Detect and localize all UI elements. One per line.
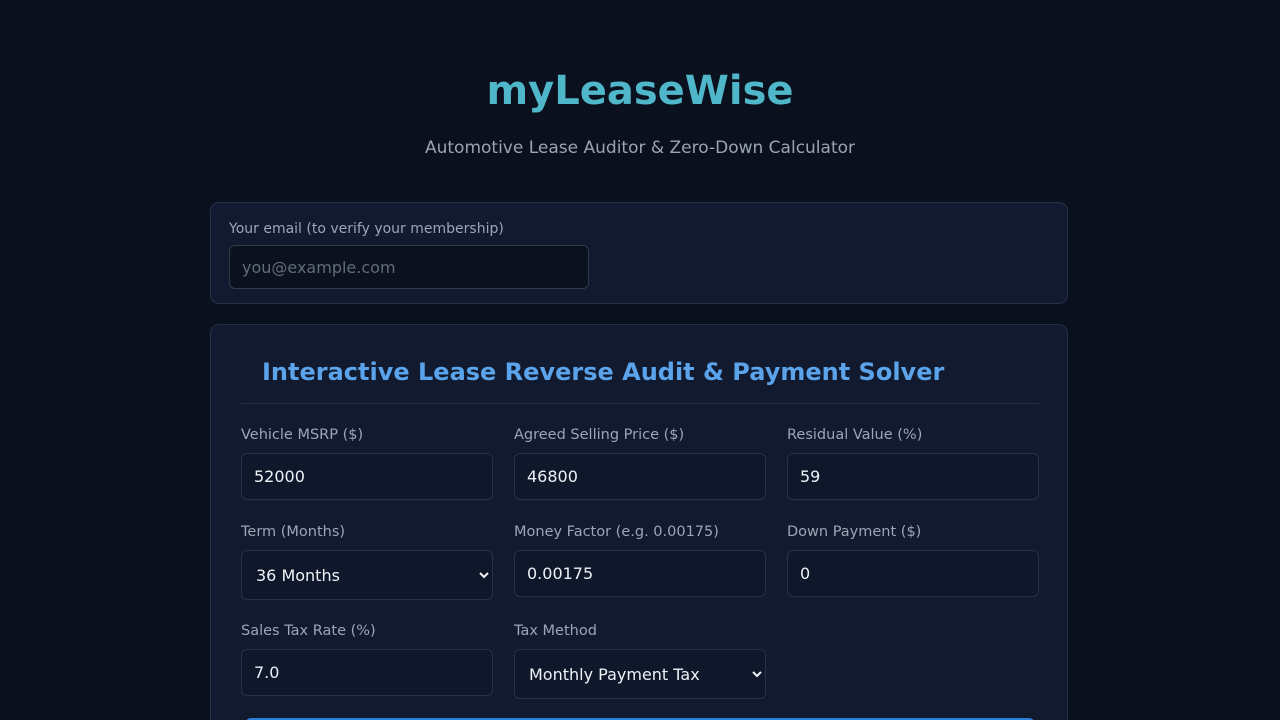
money-factor-input[interactable]: [514, 550, 766, 597]
tax-method-label: Tax Method: [514, 623, 597, 639]
money-factor-label: Money Factor (e.g. 0.00175): [514, 524, 719, 540]
brand-title: myLeaseWise: [486, 68, 794, 114]
residual-label: Residual Value (%): [787, 427, 923, 443]
term-select[interactable]: 36 Months: [241, 550, 493, 600]
lease-audit-card: Interactive Lease Reverse Audit & Paymen…: [210, 324, 1068, 720]
selling-price-input[interactable]: [514, 453, 766, 500]
down-payment-label: Down Payment ($): [787, 524, 922, 540]
msrp-label: Vehicle MSRP ($): [241, 427, 364, 443]
section-divider: [241, 403, 1039, 404]
sales-tax-label: Sales Tax Rate (%): [241, 623, 376, 639]
membership-card: Your email (to verify your membership): [210, 202, 1068, 304]
down-payment-input[interactable]: [787, 550, 1039, 597]
tagline: Automotive Lease Auditor & Zero-Down Cal…: [424, 138, 856, 158]
section-title: Interactive Lease Reverse Audit & Paymen…: [262, 358, 945, 386]
email-input[interactable]: [229, 245, 589, 289]
email-label: Your email (to verify your membership): [229, 221, 504, 237]
msrp-input[interactable]: [241, 453, 493, 500]
page: myLeaseWise Automotive Lease Auditor & Z…: [0, 0, 1280, 720]
term-label: Term (Months): [241, 524, 346, 540]
tax-method-select[interactable]: Monthly Payment Tax: [514, 649, 766, 699]
sales-tax-input[interactable]: [241, 649, 493, 696]
selling-price-label: Agreed Selling Price ($): [514, 427, 685, 443]
residual-input[interactable]: [787, 453, 1039, 500]
